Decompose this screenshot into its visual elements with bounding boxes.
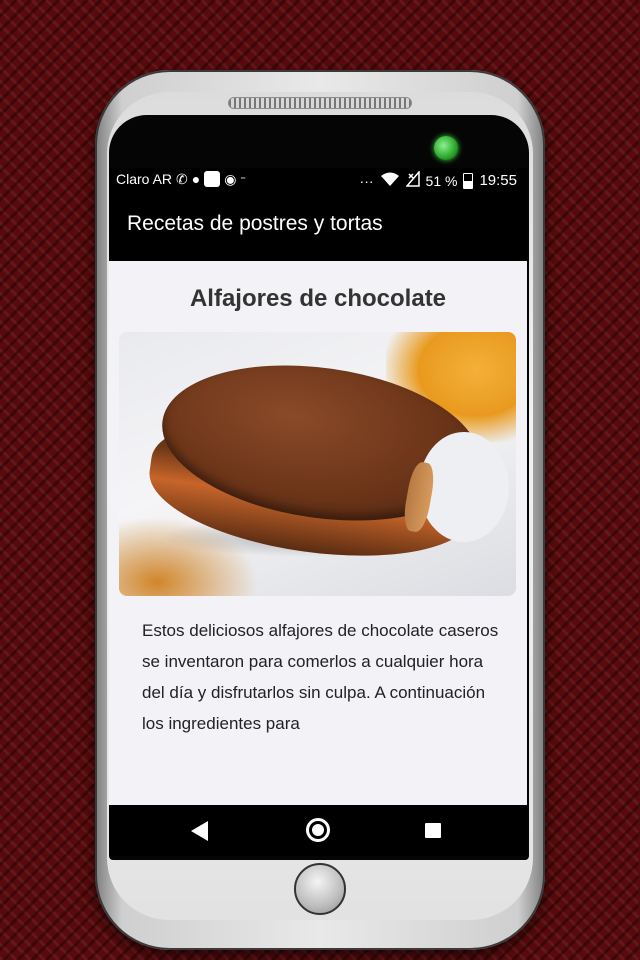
recipe-title: Alfajores de chocolate — [189, 285, 447, 312]
no-signal-icon — [404, 169, 420, 190]
whatsapp-icon: ✆ — [176, 171, 188, 187]
recipe-content[interactable]: Alfajores de chocolate Estos deliciosos … — [109, 261, 527, 805]
back-icon[interactable] — [191, 821, 208, 841]
carrier-label: Claro AR — [116, 171, 173, 187]
notification-led — [434, 136, 458, 160]
navigation-icon: ◉ — [224, 171, 237, 187]
chat-bubble-icon: ● — [191, 171, 201, 187]
home-hardware-button[interactable] — [294, 863, 346, 915]
grid-app-icon: ▫▫ — [240, 175, 246, 182]
app-bar: Recetas de postres y tortas — [109, 192, 527, 254]
chocolate-alfajor-photo — [119, 332, 516, 596]
more-dots-icon: ··· — [359, 172, 374, 189]
battery-icon — [463, 172, 474, 189]
app-title: Recetas de postres y tortas — [127, 212, 383, 235]
wifi-icon — [380, 171, 400, 190]
speaker-grille — [228, 97, 412, 109]
recipe-description: Estos deliciosos alfajores de chocolate … — [142, 621, 499, 733]
phone-screen: Claro AR ✆ ● ◉ ▫▫ ··· 51 % 19:55 Recetas… — [109, 168, 527, 856]
status-bar: Claro AR ✆ ● ◉ ▫▫ ··· 51 % 19:55 — [109, 168, 527, 192]
home-icon[interactable] — [306, 818, 330, 842]
square-app-icon — [204, 171, 221, 187]
navigation-bar — [109, 805, 527, 856]
recents-icon[interactable] — [425, 823, 441, 838]
battery-percent: 51 % — [425, 172, 458, 189]
clock: 19:55 — [479, 172, 517, 189]
